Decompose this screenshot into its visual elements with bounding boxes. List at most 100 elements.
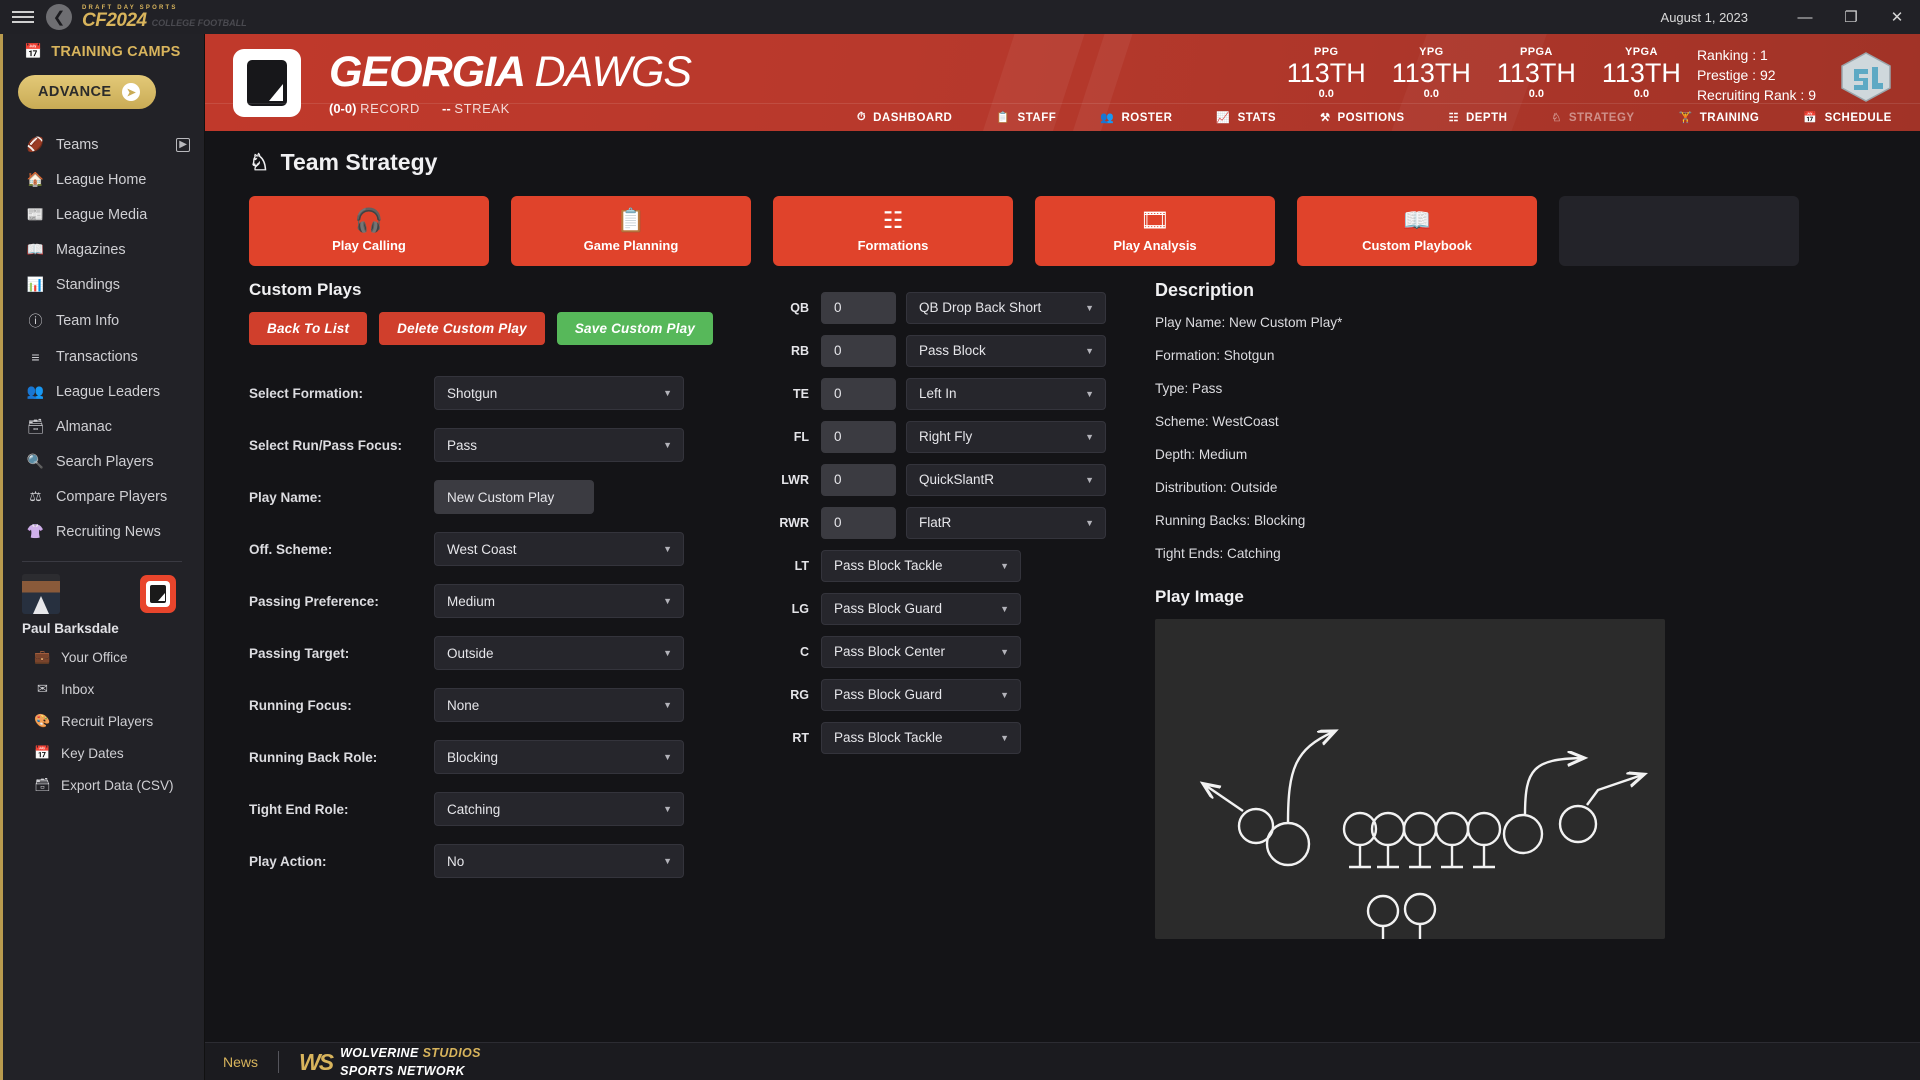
- route-select-rg[interactable]: Pass Block Guard ▼: [821, 678, 1021, 711]
- team-logo-badge[interactable]: [140, 575, 176, 613]
- sidebar-item-league-leaders[interactable]: 👥 League Leaders: [0, 374, 204, 409]
- sidebar-item-compare-players[interactable]: ⚖ Compare Players: [0, 479, 204, 514]
- select-off-scheme[interactable]: West Coast ▼: [434, 532, 684, 566]
- sidebar-item-league-media[interactable]: 📰 League Media: [0, 197, 204, 232]
- depth-number-value: 0: [834, 386, 842, 401]
- sidebar-item-key-dates[interactable]: 📅 Key Dates: [0, 737, 204, 769]
- select-tight-end-role[interactable]: Catching ▼: [434, 792, 684, 826]
- route-select-lwr[interactable]: QuickSlantR ▼: [906, 463, 1106, 496]
- footer-news-link[interactable]: News: [223, 1054, 258, 1070]
- sidebar-item-label: Teams: [56, 136, 99, 153]
- tab-schedule[interactable]: 📅 SCHEDULE: [1781, 104, 1913, 132]
- select-passing-target[interactable]: Outside ▼: [434, 636, 684, 670]
- sidebar-item-almanac[interactable]: 🗃 Almanac: [0, 409, 204, 444]
- depth-number-input[interactable]: 0: [821, 334, 896, 367]
- position-label: LT: [794, 558, 809, 573]
- route-select-rb[interactable]: Pass Block ▼: [906, 334, 1106, 367]
- select-passing-preference[interactable]: Medium ▼: [434, 584, 684, 618]
- depth-number-input[interactable]: 0: [821, 420, 896, 453]
- minimize-icon[interactable]: —: [1782, 0, 1828, 34]
- sidebar-item-inbox[interactable]: ✉ Inbox: [0, 673, 204, 705]
- select-value: FlatR: [919, 515, 952, 530]
- position-label: RWR: [779, 515, 809, 530]
- tab-history[interactable]: 🗃 HISTORY: [1914, 104, 1920, 132]
- select-formation[interactable]: Shotgun ▼: [434, 376, 684, 410]
- tab-roster[interactable]: 👥 ROSTER: [1078, 104, 1194, 132]
- route-select-lg[interactable]: Pass Block Guard ▼: [821, 592, 1021, 625]
- depth-number-input[interactable]: 0: [821, 506, 896, 539]
- tab-stats[interactable]: 📈 STATS: [1194, 104, 1298, 132]
- back-arrow-icon[interactable]: ❮: [46, 4, 72, 30]
- dumbbell-icon: 🏋: [1678, 112, 1693, 124]
- position-label: LWR: [781, 472, 809, 487]
- select-play-action[interactable]: No ▼: [434, 844, 684, 878]
- depth-number-value: 0: [834, 515, 842, 530]
- sidebar-item-recruiting-news[interactable]: 👚 Recruiting News: [0, 514, 204, 549]
- card-play-analysis[interactable]: 🎞 Play Analysis: [1035, 196, 1275, 266]
- sidebar-item-recruit-players[interactable]: 🎨 Recruit Players: [0, 705, 204, 737]
- tab-label: STRATEGY: [1568, 111, 1635, 124]
- select-running-back-role[interactable]: Blocking ▼: [434, 740, 684, 774]
- card-custom-playbook[interactable]: 📖 Custom Playbook: [1297, 196, 1537, 266]
- sidebar-item-transactions[interactable]: ≡ Transactions: [0, 340, 204, 374]
- headset-icon: 🎧: [354, 207, 384, 233]
- card-game-planning[interactable]: 📋 Game Planning: [511, 196, 751, 266]
- sidebar-item-export-data[interactable]: 🗃 Export Data (CSV): [0, 769, 204, 801]
- assignment-row-rwr: RWR 0 FlatR ▼: [779, 501, 1119, 544]
- route-select-fl[interactable]: Right Fly ▼: [906, 420, 1106, 453]
- sidebar-item-standings[interactable]: 📊 Standings: [0, 267, 204, 302]
- tab-label: STAFF: [1017, 111, 1057, 124]
- play-image-title: Play Image: [1155, 587, 1244, 606]
- field-label: Select Run/Pass Focus:: [249, 437, 403, 453]
- sidebar-item-teams[interactable]: 🏈 Teams ▶: [0, 127, 204, 162]
- field-label: Passing Preference:: [249, 593, 379, 609]
- database-icon: 🗃: [34, 777, 51, 792]
- route-select-qb[interactable]: QB Drop Back Short ▼: [906, 291, 1106, 324]
- assignment-row-qb: QB 0 QB Drop Back Short ▼: [779, 286, 1119, 329]
- custom-plays-title: Custom Plays: [249, 280, 362, 299]
- tab-dashboard[interactable]: ⏱ DASHBOARD: [835, 104, 974, 132]
- card-formations[interactable]: ☷ Formations: [773, 196, 1013, 266]
- sidebar-item-league-home[interactable]: 🏠 League Home: [0, 162, 204, 197]
- bar-chart-icon: 📊: [26, 276, 45, 292]
- advance-button[interactable]: ADVANCE ➤: [18, 75, 157, 109]
- description-title: Description: [1155, 280, 1255, 300]
- exchange-icon: ≡: [31, 349, 40, 365]
- depth-number-input[interactable]: 0: [821, 463, 896, 496]
- tab-positions[interactable]: ⚒ POSITIONS: [1298, 104, 1427, 132]
- depth-number-input[interactable]: 0: [821, 291, 896, 324]
- tab-staff[interactable]: 📋 STAFF: [974, 104, 1078, 132]
- hamburger-icon[interactable]: [0, 8, 46, 26]
- stat-key: PPG: [1314, 45, 1339, 58]
- delete-custom-play-button[interactable]: Delete Custom Play: [379, 312, 545, 345]
- chevron-right-icon[interactable]: ▶: [176, 137, 190, 152]
- back-to-list-button[interactable]: Back To List: [249, 312, 368, 345]
- card-play-calling[interactable]: 🎧 Play Calling: [249, 196, 489, 266]
- training-camps-banner[interactable]: 📅 TRAINING CAMPS: [0, 34, 204, 69]
- select-run-pass-focus[interactable]: Pass ▼: [434, 428, 684, 462]
- route-select-c[interactable]: Pass Block Center ▼: [821, 635, 1021, 668]
- route-select-lt[interactable]: Pass Block Tackle ▼: [821, 549, 1021, 582]
- tab-training[interactable]: 🏋 TRAINING: [1657, 104, 1782, 132]
- footer-divider: [278, 1050, 280, 1073]
- route-select-te[interactable]: Left In ▼: [906, 377, 1106, 410]
- sidebar-item-magazines[interactable]: 📖 Magazines: [0, 232, 204, 267]
- calendar-check-icon: 📅: [34, 745, 51, 760]
- tab-depth[interactable]: ☷ DEPTH: [1427, 104, 1530, 132]
- close-icon[interactable]: ✕: [1874, 0, 1920, 34]
- route-select-rwr[interactable]: FlatR ▼: [906, 506, 1106, 539]
- route-select-rt[interactable]: Pass Block Tackle ▼: [821, 721, 1021, 754]
- chevron-down-icon: ▼: [1085, 474, 1094, 485]
- profile-section: Paul Barksdale 💼 Your Office ✉ Inbox 🎨 R…: [0, 562, 204, 805]
- depth-number-input[interactable]: 0: [821, 377, 896, 410]
- sidebar-item-search-players[interactable]: 🔍 Search Players: [0, 444, 204, 479]
- sidebar-item-team-info[interactable]: ⓘ Team Info: [0, 302, 204, 340]
- sidebar-item-your-office[interactable]: 💼 Your Office: [0, 641, 204, 673]
- tab-strategy[interactable]: ♘ STRATEGY: [1529, 104, 1656, 132]
- select-running-focus[interactable]: None ▼: [434, 688, 684, 722]
- save-custom-play-button[interactable]: Save Custom Play: [556, 312, 714, 345]
- sidebar: 📅 TRAINING CAMPS ADVANCE ➤ 🏈 Teams ▶ 🏠 L…: [0, 34, 205, 1080]
- play-name-input[interactable]: New Custom Play: [434, 480, 594, 514]
- restore-icon[interactable]: ❐: [1828, 0, 1874, 34]
- stat-value: 113TH: [1391, 57, 1471, 88]
